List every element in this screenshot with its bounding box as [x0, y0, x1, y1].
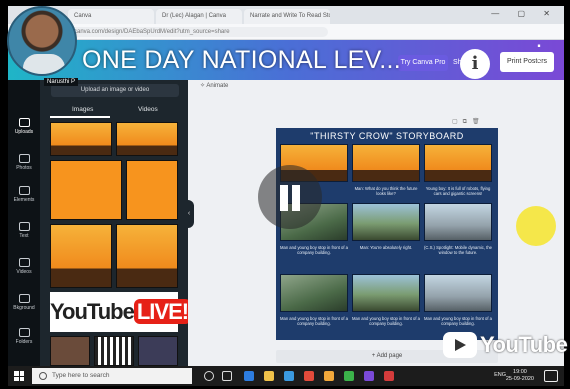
pause-bar-icon	[292, 185, 300, 211]
address-bar: canva.com/design/DAEbaSpUrdM/edit?utm_so…	[8, 24, 564, 40]
story-caption: Man and young boy stop in front of a com…	[280, 245, 348, 255]
windows-taskbar: Type here to search ENG 19:00 25-09-2020	[8, 366, 564, 386]
story-frame[interactable]	[424, 274, 492, 312]
story-caption: Man and young boy stop in front of a com…	[280, 316, 348, 326]
collapse-panel-button[interactable]: ‹	[184, 200, 194, 228]
avatar-shirt	[23, 54, 65, 74]
active-tab-indicator	[50, 116, 110, 118]
story-caption: Man: You're absolutely right.	[359, 245, 413, 250]
rail-label: Text	[19, 233, 29, 239]
app-icon[interactable]	[364, 371, 374, 381]
url-field[interactable]: canva.com/design/DAEbaSpUrdM/edit?utm_so…	[68, 27, 328, 37]
animate-label: Animate	[206, 83, 229, 89]
cloud-upload-icon	[18, 118, 30, 127]
browser-tab[interactable]: Dr (Lec) Alagan | Canva	[156, 9, 242, 24]
uploaded-image[interactable]	[50, 122, 112, 156]
file-explorer-icon[interactable]	[264, 371, 274, 381]
story-caption: (C.S.) Spotlight: Mobile dynamic, the wi…	[424, 245, 492, 255]
cortana-icon[interactable]	[204, 371, 214, 381]
story-frame[interactable]	[424, 203, 492, 241]
browser-tab-strip: Canva Dr (Lec) Alagan | Canva Narrate an…	[8, 6, 564, 24]
pause-button[interactable]	[258, 165, 322, 229]
rail-label: Folders	[15, 339, 33, 345]
canva-side-rail: Uploads Photos Elements Text Videos Bkgr…	[8, 80, 40, 366]
browser-tab[interactable]: Canva	[68, 9, 154, 24]
storyboard-page[interactable]: "THIRSTY CROW" STORYBOARD Man: What do y…	[276, 128, 498, 340]
edge-icon[interactable]	[244, 371, 254, 381]
storyboard-title: "THIRSTY CROW" STORYBOARD	[310, 131, 464, 141]
taskbar-search-input[interactable]: Type here to search	[32, 368, 192, 384]
ytlive-right-text: LIVE!	[133, 299, 188, 324]
background-icon	[18, 294, 30, 303]
clock-date: 25-09-2020	[505, 376, 534, 382]
photo-icon	[18, 154, 30, 163]
rail-uploads[interactable]: Uploads	[8, 118, 40, 135]
rail-label: Bkground	[13, 305, 35, 311]
uploaded-image[interactable]	[126, 160, 178, 220]
story-caption: Man and young boy stop in front of a com…	[424, 316, 492, 326]
rail-folders[interactable]: Folders	[8, 328, 40, 345]
shapes-icon	[18, 186, 30, 195]
rail-text[interactable]: Text	[8, 222, 40, 239]
animate-button[interactable]: ✧ Animate	[200, 82, 228, 89]
rail-label: Elements	[13, 197, 35, 203]
uploaded-image[interactable]	[50, 160, 122, 220]
youtube-play-icon[interactable]	[443, 332, 477, 358]
folder-icon	[18, 328, 30, 337]
story-frame[interactable]	[352, 203, 420, 241]
info-icon[interactable]: i	[460, 49, 490, 79]
ytlive-left-text: YouTube	[50, 299, 135, 324]
more-options-icon[interactable]: ⋮	[528, 42, 550, 78]
story-caption: Man and young boy stop in front of a com…	[352, 316, 420, 326]
story-frame[interactable]	[352, 274, 420, 312]
rail-label: Videos	[16, 269, 32, 275]
story-frame[interactable]	[424, 144, 492, 182]
media-tabs: Images Videos	[40, 104, 188, 116]
story-frame[interactable]	[352, 144, 420, 182]
uploaded-image[interactable]	[50, 224, 112, 288]
rail-label: Uploads	[14, 129, 34, 135]
tab-images[interactable]: Images	[72, 106, 93, 113]
window-controls[interactable]: — ▢ ✕	[491, 9, 558, 18]
browser-tab[interactable]: Narrate and Write To Read Sto...	[244, 9, 330, 24]
yellow-circle-element	[516, 206, 556, 246]
rail-background[interactable]: Bkground	[8, 294, 40, 311]
channel-avatar[interactable]	[7, 6, 77, 76]
youtube-live-image[interactable]: YouTube LIVE!	[50, 292, 188, 332]
pause-bar-icon	[280, 185, 288, 211]
uploaded-image[interactable]	[138, 336, 178, 366]
qr-code-image[interactable]	[94, 336, 134, 366]
clock[interactable]: 19:00 25-09-2020	[506, 369, 534, 383]
language-indicator[interactable]: ENG	[494, 372, 506, 378]
app-icon[interactable]	[384, 371, 394, 381]
store-icon[interactable]	[284, 371, 294, 381]
clock-time: 19:00	[513, 369, 527, 375]
video-icon	[18, 258, 30, 267]
uploads-panel: Upload an image or video Images Videos Y…	[40, 80, 188, 366]
page-action-icons[interactable]: ▢⧉🗑	[452, 118, 485, 126]
notification-icon[interactable]	[544, 370, 558, 382]
text-icon	[18, 222, 30, 231]
rail-photos[interactable]: Photos	[8, 154, 40, 171]
tab-videos[interactable]: Videos	[138, 106, 158, 113]
task-view-icon[interactable]	[222, 371, 232, 381]
story-caption: Young boy: It is full of robots, flying …	[425, 186, 491, 196]
rail-videos[interactable]: Videos	[8, 258, 40, 275]
app-icon[interactable]	[324, 371, 334, 381]
youtube-watermark[interactable]: YouTube	[480, 332, 568, 358]
chrome-icon[interactable]	[344, 371, 354, 381]
video-title[interactable]: ONE DAY NATIONAL LEV...	[82, 46, 401, 75]
user-name: Narusthi P	[44, 78, 79, 86]
story-frame[interactable]	[280, 274, 348, 312]
story-caption: Man: What do you think the future looks …	[354, 186, 418, 196]
app-icon[interactable]	[304, 371, 314, 381]
uploaded-image[interactable]	[50, 336, 90, 366]
try-pro-button[interactable]: Try Canva Pro	[398, 55, 448, 71]
windows-start-icon[interactable]	[14, 371, 24, 381]
rail-elements[interactable]: Elements	[8, 186, 40, 203]
rail-label: Photos	[16, 165, 32, 171]
uploaded-image[interactable]	[116, 224, 178, 288]
uploaded-image[interactable]	[116, 122, 178, 156]
